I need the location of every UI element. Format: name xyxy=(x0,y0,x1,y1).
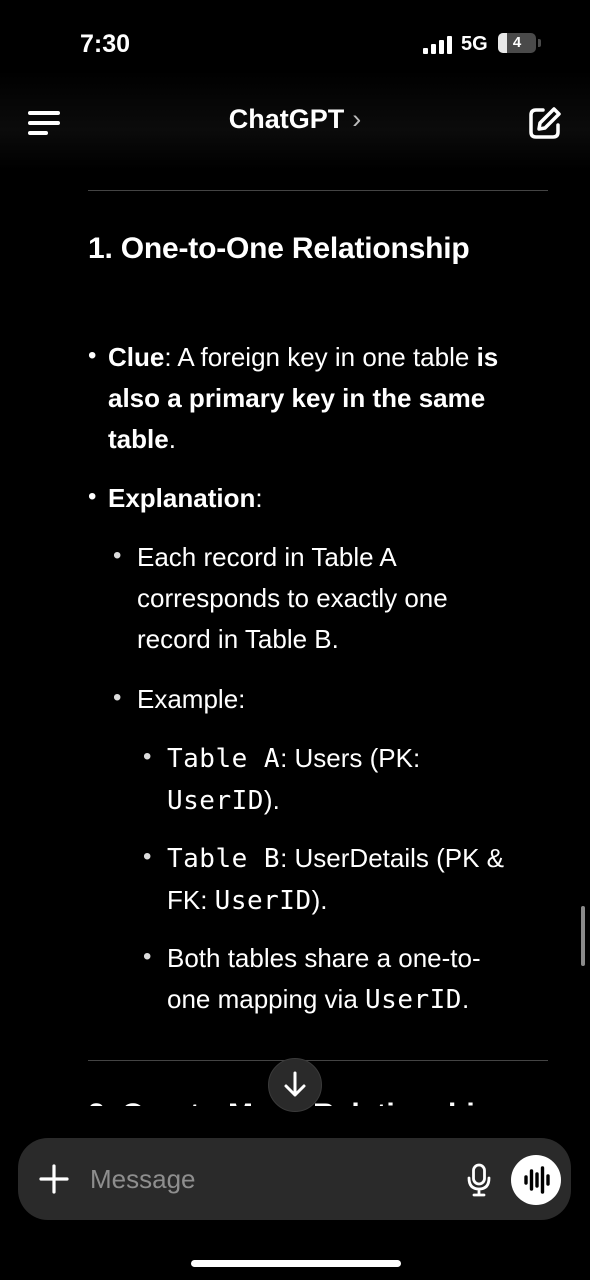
scrollbar[interactable] xyxy=(581,906,585,966)
voice-mode-icon xyxy=(524,1166,550,1194)
text-line: corresponds to exactly one xyxy=(137,583,448,613)
text: : Users (PK: xyxy=(280,743,421,773)
inline-code: UserID xyxy=(365,985,462,1015)
battery-icon: 4 xyxy=(498,33,536,53)
inline-code: Table B xyxy=(167,844,281,874)
voice-mode-button[interactable] xyxy=(511,1155,561,1205)
example-item-mapping: Both tables share a one-to- one mapping … xyxy=(167,938,567,1021)
plus-icon[interactable] xyxy=(36,1161,72,1197)
clue-bold: also a primary key in the same xyxy=(108,383,486,413)
explanation-paragraph: Explanation: xyxy=(108,478,263,519)
sub-item-record: Each record in Table A corresponds to ex… xyxy=(137,537,448,660)
clue-bold: is xyxy=(476,342,499,372)
arrow-down-icon xyxy=(284,1071,306,1097)
text: . xyxy=(461,984,470,1014)
clue-label: Clue xyxy=(108,342,165,372)
status-time: 7:30 xyxy=(80,30,131,58)
compose-icon[interactable] xyxy=(526,104,564,142)
chevron-right-icon: › xyxy=(352,104,362,134)
app-title: ChatGPT xyxy=(228,104,345,134)
clue-text: : A foreign key in one table xyxy=(164,342,477,372)
text-line: Both tables share a one-to- xyxy=(167,943,481,973)
clue-paragraph: Clue: A foreign key in one table is also… xyxy=(108,337,558,460)
message-input[interactable] xyxy=(88,1158,452,1200)
example-item-userdetails: Table B: UserDetails (PK & FK: UserID). xyxy=(167,838,567,922)
bullet: • xyxy=(113,542,122,569)
bullet: • xyxy=(113,684,122,711)
text: FK: xyxy=(167,885,215,915)
inline-code: UserID xyxy=(167,786,264,816)
section-divider xyxy=(88,190,548,191)
inline-code: Table A xyxy=(167,744,281,774)
clue-text: . xyxy=(168,424,176,454)
bullet: • xyxy=(88,342,97,369)
colon: : xyxy=(255,483,263,513)
text-line: Each record in Table A xyxy=(137,542,397,572)
network-type: 5G xyxy=(461,33,488,55)
clue-bold: table xyxy=(108,424,169,454)
text: : UserDetails (PK & xyxy=(280,843,505,873)
bullet: • xyxy=(143,943,152,970)
home-indicator[interactable] xyxy=(191,1260,401,1267)
example-item-users: Table A: Users (PK: UserID). xyxy=(167,738,557,822)
text: ). xyxy=(311,885,328,915)
mic-icon[interactable] xyxy=(466,1163,492,1197)
section-heading: 1. One-to-One Relationship xyxy=(88,232,470,265)
inline-code: UserID xyxy=(214,886,312,916)
text: one mapping via xyxy=(167,984,366,1014)
sub-item-example: Example: xyxy=(137,684,246,714)
bullet: • xyxy=(143,843,152,870)
explanation-label: Explanation xyxy=(108,483,256,513)
bullet: • xyxy=(143,743,152,770)
scroll-to-bottom-button[interactable] xyxy=(268,1058,322,1112)
signal-icon xyxy=(423,36,453,54)
battery-tip xyxy=(538,39,541,47)
text-line: record in Table B. xyxy=(137,624,339,654)
battery-level: 4 xyxy=(512,34,522,51)
text: ). xyxy=(263,785,280,815)
model-selector[interactable]: ChatGPT › xyxy=(0,104,590,135)
bullet: • xyxy=(88,483,97,510)
